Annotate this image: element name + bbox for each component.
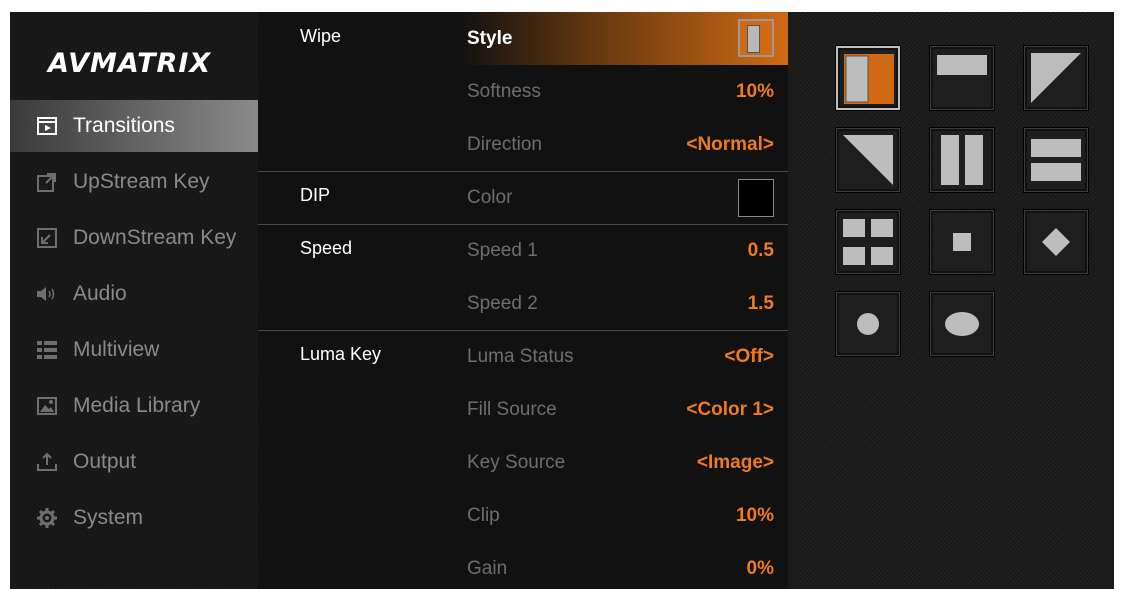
sidebar-item-label: DownStream Key bbox=[73, 226, 237, 249]
setting-row-key-source[interactable]: Key Source <Image> bbox=[258, 436, 788, 489]
param-label: Color bbox=[467, 187, 513, 208]
media-library-icon bbox=[36, 395, 58, 417]
param-value: <Color 1> bbox=[686, 399, 774, 420]
param-label: Direction bbox=[467, 134, 542, 155]
sidebar: AVMATRIX Transitions UpStream Key DownSt… bbox=[10, 12, 276, 589]
param-label: Style bbox=[467, 28, 513, 49]
horizontal-bar-wipe-icon[interactable] bbox=[930, 46, 994, 110]
sidebar-item-system[interactable]: System bbox=[10, 492, 258, 544]
group-label-dip: DIP bbox=[300, 185, 331, 205]
box-wipe-icon[interactable] bbox=[930, 210, 994, 274]
setting-row-color[interactable]: DIP Color bbox=[258, 171, 788, 224]
audio-icon bbox=[36, 283, 58, 305]
multiview-icon bbox=[36, 339, 58, 361]
output-icon bbox=[36, 451, 58, 473]
downstream-key-icon bbox=[36, 227, 58, 249]
upstream-key-icon bbox=[36, 171, 58, 193]
sidebar-item-audio[interactable]: Audio bbox=[10, 268, 258, 320]
param-value: 1.5 bbox=[747, 293, 774, 314]
param-value: 0.5 bbox=[747, 240, 774, 261]
setting-row-speed-1[interactable]: Speed Speed 1 0.5 bbox=[258, 224, 788, 277]
horizontal-split-wipe-icon[interactable] bbox=[1024, 128, 1088, 192]
sidebar-item-label: Output bbox=[73, 450, 137, 473]
style-preview-thumbnail bbox=[738, 19, 774, 57]
dip-color-swatch[interactable] bbox=[738, 179, 774, 217]
group-label-speed: Speed bbox=[300, 238, 353, 258]
group-label-wipe: Wipe bbox=[300, 26, 342, 46]
param-label: Softness bbox=[467, 81, 541, 102]
setting-row-speed-2[interactable]: Speed 2 1.5 bbox=[258, 277, 788, 330]
vertical-wipe-icon[interactable] bbox=[836, 46, 900, 110]
transitions-icon bbox=[36, 115, 58, 137]
param-value: 10% bbox=[735, 505, 774, 526]
vertical-split-wipe-icon[interactable] bbox=[930, 128, 994, 192]
circle-wipe-icon[interactable] bbox=[836, 292, 900, 356]
param-label: Fill Source bbox=[467, 399, 557, 420]
param-label: Clip bbox=[467, 505, 500, 526]
sidebar-item-multiview[interactable]: Multiview bbox=[10, 324, 258, 376]
sidebar-item-downstream-key[interactable]: DownStream Key bbox=[10, 212, 258, 264]
sidebar-item-label: Media Library bbox=[73, 394, 201, 417]
param-value: 10% bbox=[735, 81, 774, 102]
screen: AVMATRIX Transitions UpStream Key DownSt… bbox=[10, 12, 1114, 589]
sidebar-item-label: Audio bbox=[73, 282, 127, 305]
diamond-wipe-icon[interactable] bbox=[1024, 210, 1088, 274]
four-corner-wipe-icon[interactable] bbox=[836, 210, 900, 274]
param-value: <Off> bbox=[724, 346, 774, 367]
ellipse-wipe-icon[interactable] bbox=[930, 292, 994, 356]
param-label: Gain bbox=[467, 558, 508, 579]
setting-row-luma-status[interactable]: Luma Key Luma Status <Off> bbox=[258, 330, 788, 383]
setting-row-gain[interactable]: Gain 0% bbox=[258, 542, 788, 589]
param-value: <Image> bbox=[696, 452, 774, 473]
sidebar-item-label: Multiview bbox=[73, 338, 160, 361]
setting-row-fill-source[interactable]: Fill Source <Color 1> bbox=[258, 383, 788, 436]
setting-row-softness[interactable]: Softness 10% bbox=[258, 65, 788, 118]
param-label: Speed 1 bbox=[467, 240, 538, 261]
group-label-luma-key: Luma Key bbox=[300, 344, 382, 364]
param-value: <Normal> bbox=[686, 134, 774, 155]
param-label: Key Source bbox=[467, 452, 566, 473]
diagonal-bottom-left-wipe-icon[interactable] bbox=[836, 128, 900, 192]
param-value: 0% bbox=[746, 558, 774, 579]
sidebar-item-output[interactable]: Output bbox=[10, 436, 258, 488]
gear-icon bbox=[36, 507, 58, 529]
param-label: Luma Status bbox=[467, 346, 574, 367]
setting-row-style[interactable]: Wipe Style bbox=[258, 12, 788, 65]
sidebar-item-transitions[interactable]: Transitions bbox=[10, 100, 258, 152]
sidebar-item-label: Transitions bbox=[73, 114, 175, 137]
setting-row-clip[interactable]: Clip 10% bbox=[258, 489, 788, 542]
sidebar-item-label: UpStream Key bbox=[73, 170, 210, 193]
transition-settings-panel: Wipe Style Softness 10% Direction <Norma… bbox=[258, 12, 788, 589]
brand-logo: AVMATRIX bbox=[48, 48, 212, 79]
sidebar-item-media-library[interactable]: Media Library bbox=[10, 380, 258, 432]
param-label: Speed 2 bbox=[467, 293, 538, 314]
sidebar-item-upstream-key[interactable]: UpStream Key bbox=[10, 156, 258, 208]
setting-row-direction[interactable]: Direction <Normal> bbox=[258, 118, 788, 171]
sidebar-item-label: System bbox=[73, 506, 144, 529]
diagonal-top-right-wipe-icon[interactable] bbox=[1024, 46, 1088, 110]
